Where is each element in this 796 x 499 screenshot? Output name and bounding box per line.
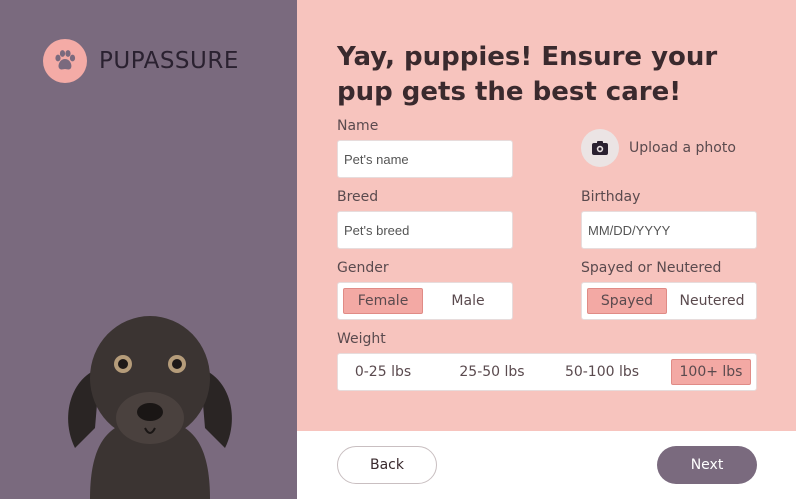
birthday-input[interactable]	[581, 211, 757, 249]
footer-bar: Back Next	[297, 431, 796, 499]
logo: PUPASSURE	[43, 39, 239, 83]
back-button[interactable]: Back	[337, 446, 437, 484]
brand-name: PUPASSURE	[99, 48, 239, 74]
spayed-option-spayed[interactable]: Spayed	[587, 288, 667, 314]
name-input[interactable]	[337, 140, 513, 178]
spayed-option-neutered[interactable]: Neutered	[672, 288, 752, 314]
weight-label: Weight	[337, 331, 386, 347]
weight-option-50-100[interactable]: 50-100 lbs	[557, 359, 647, 385]
camera-icon	[581, 129, 619, 167]
gender-option-female[interactable]: Female	[343, 288, 423, 314]
birthday-label: Birthday	[581, 189, 641, 205]
next-button[interactable]: Next	[657, 446, 757, 484]
breed-label: Breed	[337, 189, 379, 205]
weight-option-25-50[interactable]: 25-50 lbs	[451, 359, 533, 385]
gender-selector: Female Male	[337, 282, 513, 320]
name-label: Name	[337, 118, 379, 134]
gender-option-male[interactable]: Male	[428, 288, 508, 314]
gender-label: Gender	[337, 260, 389, 276]
brand-panel: PUPASSURE	[0, 0, 297, 499]
upload-photo-button[interactable]: Upload a photo	[581, 129, 736, 167]
paw-icon	[43, 39, 87, 83]
breed-input[interactable]	[337, 211, 513, 249]
upload-photo-label: Upload a photo	[629, 140, 736, 156]
form-panel: Yay, puppies! Ensure your pup gets the b…	[297, 0, 796, 431]
spayed-label: Spayed or Neutered	[581, 260, 722, 276]
weight-option-0-25[interactable]: 0-25 lbs	[343, 359, 423, 385]
weight-selector: 0-25 lbs 25-50 lbs 50-100 lbs 100+ lbs	[337, 353, 757, 391]
page-title: Yay, puppies! Ensure your pup gets the b…	[337, 42, 718, 107]
spayed-selector: Spayed Neutered	[581, 282, 757, 320]
puppy-image	[68, 316, 232, 499]
weight-option-100-plus[interactable]: 100+ lbs	[671, 359, 751, 385]
